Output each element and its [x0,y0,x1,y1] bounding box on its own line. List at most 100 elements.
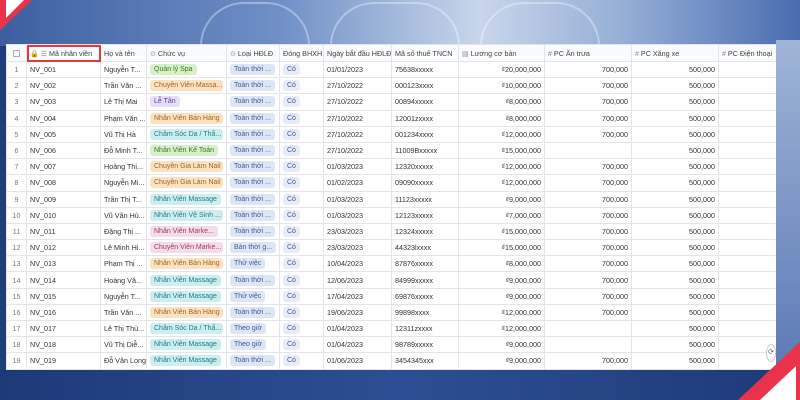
base-salary-cell[interactable]: ₫12,000,000 [458,174,545,192]
meal-allowance-cell[interactable] [544,319,632,338]
fuel-allowance-cell[interactable]: 500,000 [631,77,719,95]
contract-type-cell[interactable]: Theo giờ [226,336,280,354]
full-name-cell[interactable]: Phạm Văn ... [100,109,147,127]
position-cell[interactable]: Quản lý Spa [146,60,227,79]
table-row[interactable]: 15 NV_015 Nguyễn T... Nhân Viên Massage Thử … [6,287,776,305]
full-name-cell[interactable]: Hoàng Thị... [100,158,147,176]
full-name-cell[interactable]: Nguyễn Mi... [100,174,147,192]
position-cell[interactable]: Nhân Viên Massage [146,190,227,208]
position-cell[interactable]: Nhân Viên Kế Toán [146,141,227,160]
position-cell[interactable]: Nhân Viên Bán Hàng [146,255,227,273]
employee-id-cell[interactable]: NV_017 [26,319,101,338]
meal-allowance-cell[interactable]: 700,000 [544,125,632,143]
table-row[interactable]: 3 NV_003 Lê Thị Mai Lễ Tân Toàn thời ... Có 27… [6,93,776,111]
fuel-allowance-cell[interactable]: 500,000 [631,206,719,224]
table-row[interactable]: 20NV_020Hoàng Thị...Nhân Viên Vệ Sinh ..… [6,368,776,370]
tax-code-cell[interactable]: 121212xxxx [391,368,459,370]
employee-id-cell[interactable]: NV_020 [26,368,101,370]
social-insurance-cell[interactable]: Có [279,93,324,111]
phone-allowance-cell[interactable] [718,77,776,95]
table-row[interactable]: 17 NV_017 Lê Thị Thù... Chăm Sóc Da / Thẩ..… [6,319,776,338]
row-number-cell[interactable]: 17 [6,319,27,338]
table-row[interactable]: 5 NV_005 Vũ Thị Hà Chăm Sóc Da / Thẩ... Toàn… [6,125,776,143]
fuel-allowance-cell[interactable]: 500,000 [631,303,719,322]
table-row[interactable]: 2 NV_002 Trần Văn ... Chuyên Viên Massa... T… [6,77,776,95]
table-row[interactable]: 14 NV_014 Hoàng Vă... Nhân Viên Massage Toàn… [6,271,776,289]
full-name-cell[interactable]: Đỗ Minh T... [100,141,147,160]
position-cell[interactable]: Lễ Tân [146,93,227,111]
full-name-cell[interactable]: Lê Thị Thù... [100,319,147,338]
social-insurance-cell[interactable]: Có [279,336,324,354]
contract-type-cell[interactable]: Toàn thời ... [226,271,280,289]
header-social-insurance[interactable]: Đóng BHXH [279,44,324,62]
meal-allowance-cell[interactable]: 700,000 [544,60,632,79]
employee-id-cell[interactable]: NV_007 [26,158,101,176]
meal-allowance-cell[interactable]: 700,000 [544,93,632,111]
row-number-cell[interactable]: 3 [6,93,27,111]
fuel-allowance-cell[interactable]: 500,000 [631,319,719,338]
social-insurance-cell[interactable]: Có [279,174,324,192]
employee-id-cell[interactable]: NV_010 [26,206,101,224]
phone-allowance-cell[interactable]: 50 [718,174,776,192]
meal-allowance-cell[interactable]: 700,000 [544,368,632,370]
contract-type-cell[interactable]: Bán thời g... [226,239,280,257]
row-number-cell[interactable]: 4 [6,109,27,127]
table-row[interactable]: 1 NV_001 Nguyễn T... Quản lý Spa Toàn thời .… [6,60,776,79]
employee-id-cell[interactable]: NV_004 [26,109,101,127]
start-date-cell[interactable]: 01/02/2023 [323,174,392,192]
social-insurance-cell[interactable]: Có [279,368,324,370]
full-name-cell[interactable]: Vũ Thị Diễ... [100,336,147,354]
base-salary-cell[interactable]: ₫8,000,000 [458,255,545,273]
meal-allowance-cell[interactable]: 700,000 [544,303,632,322]
fuel-allowance-cell[interactable]: 500,000 [631,239,719,257]
position-cell[interactable]: Chuyên Gia Làm Nail [146,174,227,192]
contract-type-cell[interactable]: Thử việc [226,255,280,273]
tax-code-cell[interactable]: 11123xxxxx [391,190,459,208]
meal-allowance-cell[interactable]: 700,000 [544,222,632,241]
header-meal-allowance[interactable]: # PC Ăn trưa [544,44,632,62]
fuel-allowance-cell[interactable]: 500,000 [631,336,719,354]
row-number-cell[interactable]: 2 [6,77,27,95]
start-date-cell[interactable]: 13/06/2023 [323,368,392,370]
position-cell[interactable]: Nhân Viên Bán Hàng [146,303,227,322]
phone-allowance-cell[interactable] [718,222,776,241]
social-insurance-cell[interactable]: Có [279,319,324,338]
social-insurance-cell[interactable]: Có [279,352,324,370]
employee-id-cell[interactable]: NV_008 [26,174,101,192]
full-name-cell[interactable]: Lê Thị Mai [100,93,147,111]
base-salary-cell[interactable]: ₫15,000,000 [458,141,545,160]
social-insurance-cell[interactable]: Có [279,77,324,95]
phone-allowance-cell[interactable] [718,141,776,160]
row-number-cell[interactable]: 5 [6,125,27,143]
fuel-allowance-cell[interactable]: 500,000 [631,60,719,79]
tax-code-cell[interactable]: 99898xxxx [391,303,459,322]
full-name-cell[interactable]: Lê Minh Hi... [100,239,147,257]
header-start-date[interactable]: Ngày bắt đầu HĐLĐ [323,44,392,62]
employee-id-cell[interactable]: NV_015 [26,287,101,305]
tax-code-cell[interactable]: 87876xxxxx [391,255,459,273]
row-number-cell[interactable]: 19 [6,352,27,370]
phone-allowance-cell[interactable]: 500,0 [718,158,776,176]
social-insurance-cell[interactable]: Có [279,206,324,224]
header-employee-id[interactable]: 🔒 ☰ Mã nhân viên [26,44,101,62]
contract-type-cell[interactable]: Toàn thời ... [226,77,280,95]
fuel-allowance-cell[interactable]: 500,000 [631,222,719,241]
social-insurance-cell[interactable]: Có [279,60,324,79]
table-row[interactable]: 9 NV_009 Trần Thị T... Nhân Viên Massage Toà… [6,190,776,208]
row-number-cell[interactable]: 13 [6,255,27,273]
meal-allowance-cell[interactable] [544,336,632,354]
contract-type-cell[interactable]: Toàn thời ... [226,222,280,241]
tax-code-cell[interactable]: 12324xxxxx [391,222,459,241]
position-cell[interactable]: Chăm Sóc Da / Thẩ... [146,125,227,143]
position-cell[interactable]: Nhân Viên Massage [146,271,227,289]
phone-allowance-cell[interactable] [718,60,776,79]
tax-code-cell[interactable]: 12001zxxxx [391,109,459,127]
table-row[interactable]: 13 NV_013 Phạm Thị ... Nhân Viên Bán Hàng Th… [6,255,776,273]
start-date-cell[interactable]: 19/06/2023 [323,303,392,322]
phone-allowance-cell[interactable]: 500,0 [718,125,776,143]
contract-type-cell[interactable]: Toàn thời ... [226,109,280,127]
full-name-cell[interactable]: Trần Văn ... [100,77,147,95]
contract-type-cell[interactable]: Theo giờ [226,319,280,338]
meal-allowance-cell[interactable]: 700,000 [544,190,632,208]
base-salary-cell[interactable]: ₫9,000,000 [458,336,545,354]
